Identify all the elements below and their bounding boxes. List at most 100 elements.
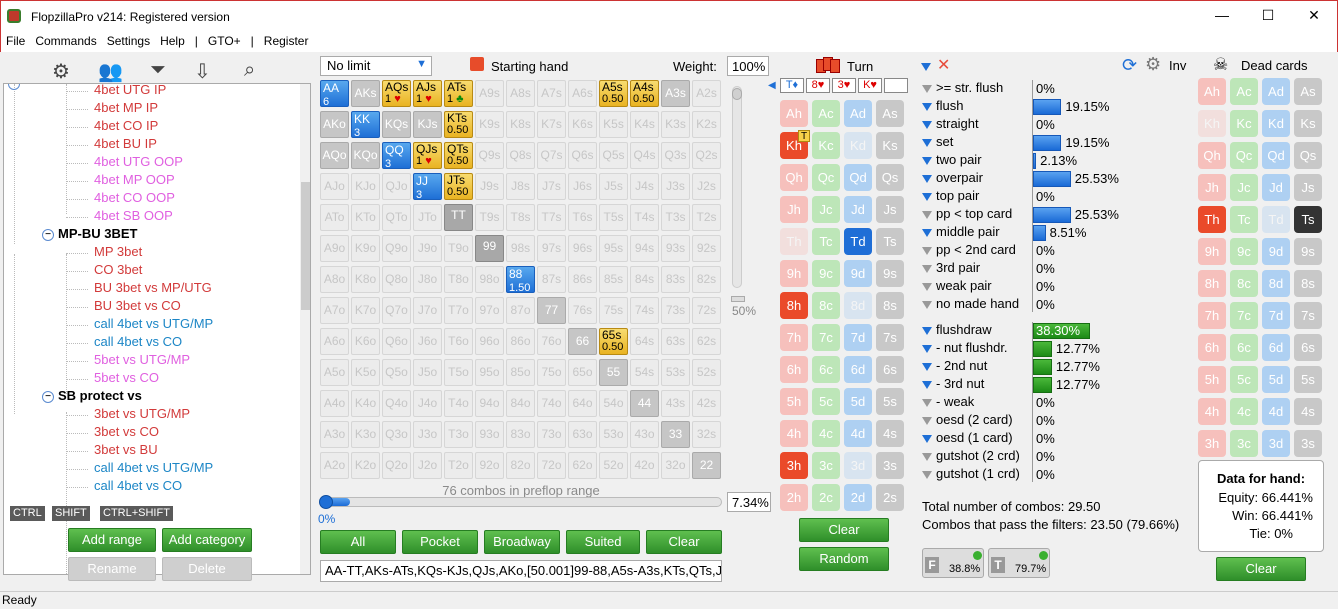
menu-item-gto[interactable]: GTO+: [203, 32, 246, 50]
menu-item-file[interactable]: File: [1, 32, 30, 50]
clear-filter-icon[interactable]: ✕: [937, 55, 950, 75]
hand-cell[interactable]: K8s: [506, 111, 535, 138]
turn-card[interactable]: Jh: [780, 196, 808, 223]
tree-range-item[interactable]: call 4bet vs CO: [94, 478, 182, 493]
game-mode-select[interactable]: No limit ▼: [320, 56, 432, 76]
hand-cell[interactable]: KK 3: [351, 111, 380, 139]
filter-funnel-icon[interactable]: [922, 228, 932, 237]
turn-card[interactable]: 2c: [812, 484, 840, 511]
hand-cell[interactable]: AKo: [320, 111, 349, 138]
menu-item-help[interactable]: Help: [155, 32, 190, 50]
hand-cell[interactable]: Q5s: [599, 142, 628, 169]
dead-clear-button[interactable]: Clear: [1216, 557, 1306, 581]
weight-input[interactable]: 100%: [727, 56, 769, 76]
hand-cell[interactable]: T4s: [630, 204, 659, 231]
hand-cell[interactable]: 96s: [568, 235, 597, 262]
dead-card[interactable]: 9d: [1262, 238, 1290, 265]
hand-cell[interactable]: Q9s: [475, 142, 504, 169]
collapse-icon[interactable]: −: [42, 228, 54, 241]
hand-cell[interactable]: 66: [568, 328, 597, 355]
suited-button[interactable]: Suited: [566, 530, 640, 554]
stat-row-label[interactable]: flushdraw: [922, 322, 992, 337]
hand-cell[interactable]: QTo: [382, 204, 411, 231]
turn-card[interactable]: 5d: [844, 388, 872, 415]
hand-cell[interactable]: 85s: [599, 266, 628, 293]
tree-range-item[interactable]: 5bet vs UTG/MP: [94, 352, 190, 367]
hand-cell[interactable]: 87o: [506, 297, 535, 324]
dead-card[interactable]: Tc: [1230, 206, 1258, 233]
hand-cell[interactable]: T5o: [444, 359, 473, 386]
hand-cell[interactable]: 95s: [599, 235, 628, 262]
turn-filter-button[interactable]: T 79.7%: [988, 548, 1050, 578]
hand-cell[interactable]: 72o: [537, 452, 566, 479]
dead-card[interactable]: Kc: [1230, 110, 1258, 137]
turn-card[interactable]: 9c: [812, 260, 840, 287]
turn-card[interactable]: Ts: [876, 228, 904, 255]
turn-card[interactable]: 2s: [876, 484, 904, 511]
import-icon[interactable]: ⇩: [194, 59, 211, 84]
hand-cell[interactable]: 54o: [599, 390, 628, 417]
hand-cell[interactable]: 92o: [475, 452, 504, 479]
hand-cell[interactable]: 98o: [475, 266, 504, 293]
gear-icon[interactable]: ⚙: [52, 59, 70, 84]
filter-funnel-icon[interactable]: [922, 300, 932, 309]
turn-card[interactable]: 6s: [876, 356, 904, 383]
hand-cell[interactable]: T8o: [444, 266, 473, 293]
turn-card[interactable]: Qd: [844, 164, 872, 191]
hand-cell[interactable]: J7s: [537, 173, 566, 200]
hand-cell[interactable]: 93o: [475, 421, 504, 448]
hand-cell[interactable]: 52o: [599, 452, 628, 479]
hand-cell[interactable]: J2s: [692, 173, 721, 200]
turn-card[interactable]: 8d: [844, 292, 872, 319]
filter-funnel-icon[interactable]: [922, 156, 932, 165]
hand-cell[interactable]: 92s: [692, 235, 721, 262]
hand-cell[interactable]: 98s: [506, 235, 535, 262]
hand-cell[interactable]: Q2s: [692, 142, 721, 169]
filter-funnel-icon[interactable]: [922, 398, 932, 407]
filter-funnel-icon[interactable]: [922, 470, 932, 479]
hand-cell[interactable]: 54s: [630, 359, 659, 386]
hand-cell[interactable]: Q3o: [382, 421, 411, 448]
hand-cell[interactable]: 76o: [537, 328, 566, 355]
players-icon[interactable]: 👥: [98, 59, 123, 84]
dead-card[interactable]: Ac: [1230, 78, 1258, 105]
hand-cell[interactable]: Q7o: [382, 297, 411, 324]
hand-cell[interactable]: K7s: [537, 111, 566, 138]
turn-card[interactable]: 2d: [844, 484, 872, 511]
turn-random-button[interactable]: Random: [799, 547, 889, 571]
hand-cell[interactable]: 53s: [661, 359, 690, 386]
filter-funnel-icon[interactable]: [922, 434, 932, 443]
hand-cell[interactable]: J3o: [413, 421, 442, 448]
hand-cell[interactable]: AJs 1 ♥: [413, 80, 442, 107]
dead-card[interactable]: Kh: [1198, 110, 1226, 137]
rename-button[interactable]: Rename: [68, 557, 156, 581]
turn-card[interactable]: Tc: [812, 228, 840, 255]
hand-cell[interactable]: T4o: [444, 390, 473, 417]
dead-card[interactable]: 7d: [1262, 302, 1290, 329]
all-button[interactable]: All: [320, 530, 396, 554]
turn-card[interactable]: Jc: [812, 196, 840, 223]
hand-cell[interactable]: 82s: [692, 266, 721, 293]
turn-card[interactable]: 5h: [780, 388, 808, 415]
turn-card[interactable]: 9s: [876, 260, 904, 287]
tree-range-item[interactable]: 4bet MP IP: [94, 100, 158, 115]
tree-range-item[interactable]: 4bet UTG OOP: [94, 154, 183, 169]
tree-range-item[interactable]: 4bet SB OOP: [94, 208, 173, 223]
delete-button[interactable]: Delete: [162, 557, 252, 581]
tree-range-item[interactable]: call 4bet vs UTG/MP: [94, 460, 213, 475]
hand-cell[interactable]: 84s: [630, 266, 659, 293]
turn-card[interactable]: 2h: [780, 484, 808, 511]
tree-range-item[interactable]: 4bet MP OOP: [94, 172, 175, 187]
hand-cell[interactable]: K7o: [351, 297, 380, 324]
clear-range-button[interactable]: Clear: [646, 530, 722, 554]
maximize-icon[interactable]: ☐: [1253, 7, 1283, 24]
hand-cell[interactable]: 22: [692, 452, 721, 479]
dead-card[interactable]: 8c: [1230, 270, 1258, 297]
stat-row-label[interactable]: two pair: [922, 152, 982, 167]
dead-card[interactable]: 8d: [1262, 270, 1290, 297]
close-icon[interactable]: ✕: [1299, 7, 1329, 24]
hand-cell[interactable]: 94o: [475, 390, 504, 417]
turn-card[interactable]: 4h: [780, 420, 808, 447]
dead-card[interactable]: Jh: [1198, 174, 1226, 201]
hand-cell[interactable]: 75o: [537, 359, 566, 386]
